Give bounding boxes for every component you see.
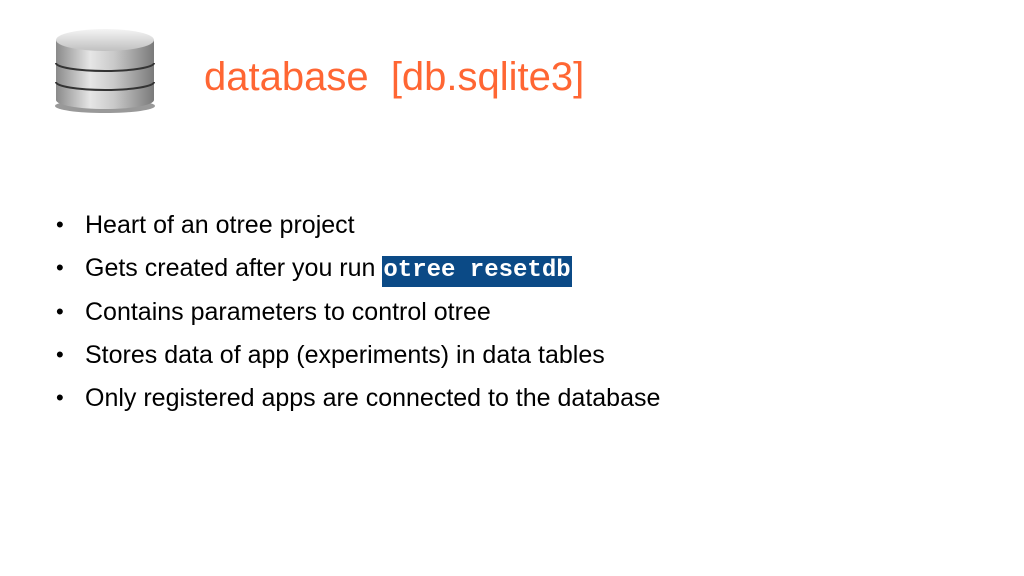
bullet-marker: •: [56, 341, 64, 367]
slide-title: database [db.sqlite3]: [204, 55, 585, 99]
bullet-item: • Contains parameters to control otree: [56, 293, 660, 336]
bullet-marker: •: [56, 255, 64, 281]
bullet-marker: •: [56, 385, 64, 411]
bullet-marker: •: [56, 298, 64, 324]
bullet-text: Only registered apps are connected to th…: [85, 384, 661, 413]
code-snippet: otree resetdb: [382, 256, 572, 288]
bullet-text: Stores data of app (experiments) in data…: [85, 340, 605, 369]
bullet-item: • Only registered apps are connected to t…: [56, 379, 660, 422]
bullet-text: Contains parameters to control otree: [85, 297, 491, 326]
bullet-item: • Heart of an otree project: [56, 206, 660, 249]
bullet-text: Heart of an otree project: [85, 211, 355, 239]
bullet-marker: •: [56, 212, 64, 237]
bullet-item: • Gets created after you run otree resetd…: [56, 249, 660, 292]
bullet-list: • Heart of an otree project • Gets created…: [56, 206, 660, 422]
bullet-text: Gets created after you run: [85, 254, 383, 283]
database-icon: [55, 29, 155, 113]
bullet-item: • Stores data of app (experiments) in dat…: [56, 336, 660, 379]
